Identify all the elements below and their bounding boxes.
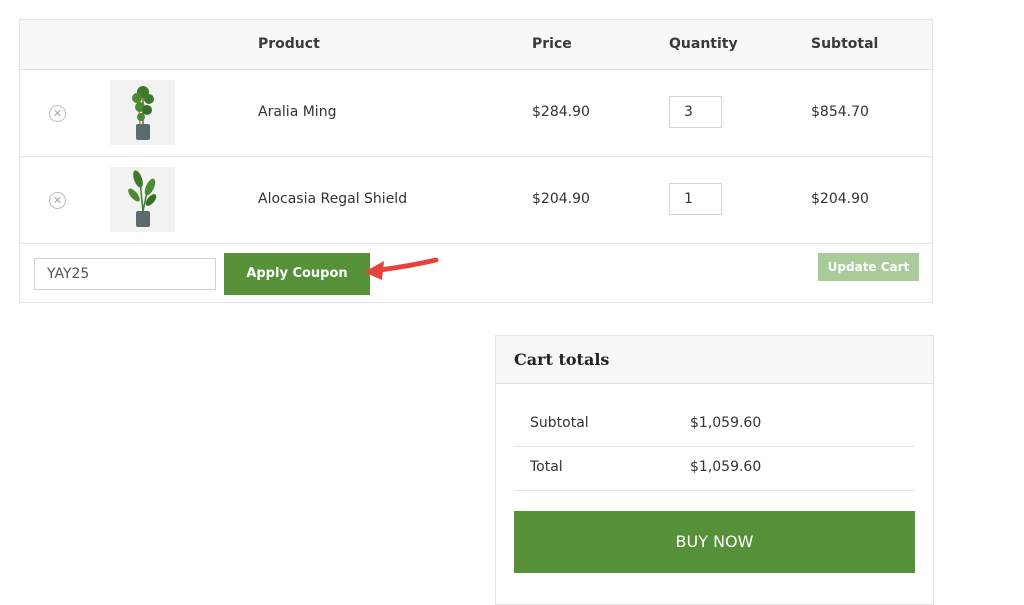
cart-totals-panel: Cart totals Subtotal $1,059.60 Total $1,… <box>495 335 934 605</box>
update-cart-button[interactable]: Update Cart <box>818 253 919 281</box>
totals-label: Total <box>530 459 563 475</box>
header-quantity: Quantity <box>669 36 738 52</box>
product-name[interactable]: Alocasia Regal Shield <box>258 191 407 207</box>
annotation-arrow-icon <box>364 257 439 280</box>
buy-now-button[interactable]: BUY NOW <box>514 511 915 573</box>
product-price: $284.90 <box>532 104 590 120</box>
potted-plant-image <box>128 170 157 227</box>
product-name[interactable]: Aralia Ming <box>258 104 336 120</box>
apply-coupon-button[interactable]: Apply Coupon <box>224 253 370 295</box>
remove-circle-icon[interactable]: ✕ <box>49 192 66 209</box>
remove-circle-icon[interactable]: ✕ <box>49 105 66 122</box>
potted-plant-image <box>132 86 154 140</box>
quantity-input[interactable]: 3 <box>669 96 722 128</box>
product-subtotal: $854.70 <box>811 104 869 120</box>
cart-row: ✕ Alocasia Regal Shield $204.90 1 $204.9… <box>20 157 932 244</box>
totals-row-subtotal: Subtotal $1,059.60 <box>514 402 915 447</box>
product-thumbnail[interactable] <box>110 80 175 145</box>
totals-row-total: Total $1,059.60 <box>514 446 915 491</box>
product-price: $204.90 <box>532 191 590 207</box>
totals-value: $1,059.60 <box>690 415 762 431</box>
product-thumbnail[interactable] <box>110 167 175 232</box>
quantity-input[interactable]: 1 <box>669 183 722 215</box>
totals-label: Subtotal <box>530 415 589 431</box>
cart-totals-header: Cart totals <box>496 336 933 384</box>
totals-value: $1,059.60 <box>690 459 762 475</box>
cart-table: Product Price Quantity Subtotal ✕ Aralia… <box>19 19 933 303</box>
cart-row: ✕ Aralia Ming $284.90 3 $854.70 <box>20 70 932 157</box>
header-product: Product <box>258 36 320 52</box>
product-subtotal: $204.90 <box>811 191 869 207</box>
header-price: Price <box>532 36 572 52</box>
cart-table-header: Product Price Quantity Subtotal <box>20 20 932 70</box>
coupon-code-input[interactable]: YAY25 <box>34 258 216 290</box>
cart-totals-title: Cart totals <box>514 350 610 369</box>
header-subtotal: Subtotal <box>811 36 879 52</box>
cart-actions: YAY25 Apply Coupon Update Cart <box>20 243 932 303</box>
